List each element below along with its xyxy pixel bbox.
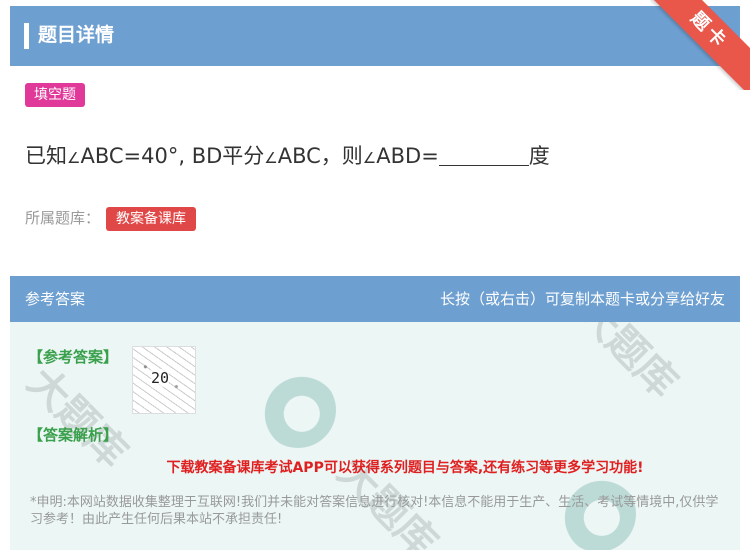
question-part: 度 [528, 144, 550, 168]
answer-header: 参考答案 长按（或右击）可复制本题卡或分享给好友 [10, 276, 740, 322]
card-ribbon: 题卡 [650, 0, 750, 90]
question-part: ABC=40°, BD平分 [80, 144, 265, 168]
analysis-label: 【答案解析】 [28, 426, 119, 444]
angle-symbol: ∠ [362, 149, 377, 167]
page-header: 题目详情 [10, 6, 740, 66]
angle-symbol: ∠ [264, 149, 278, 167]
header-accent-bar [24, 23, 29, 49]
angle-symbol: ∠ [67, 149, 81, 167]
question-part: 已知 [25, 144, 67, 168]
disclaimer-text: *申明:本网站数据收集整理于互联网!我们并未能对答案信息进行核对!本信息不能用于… [30, 495, 719, 527]
source-label: 所属题库： [25, 209, 101, 227]
watermark-logo-icon [260, 372, 336, 448]
share-hint[interactable]: 长按（或右击）可复制本题卡或分享给好友 [440, 288, 725, 310]
question-part: ABD= [376, 144, 439, 168]
answer-header-title: 参考答案 [25, 290, 86, 308]
answer-value: 20 [151, 369, 170, 387]
answer-blank [438, 143, 529, 166]
answer-label: 【参考答案】 [28, 348, 119, 366]
question-part: ABC，则 [277, 144, 363, 168]
question-text: 已知∠ABC=40°, BD平分∠ABC，则∠ABD= 度 [25, 140, 550, 174]
answer-panel: 大题库 大题库 大题库 参考答案 长按（或右击）可复制本题卡或分享给好友 【参考… [10, 276, 740, 550]
ribbon-label: 题卡 [650, 0, 750, 90]
answer-image: 20 [132, 346, 196, 414]
download-app-promo[interactable]: 下载教案备课库考试APP可以获得系列题目与答案,还有练习等更多学习功能! [10, 458, 740, 478]
question-type-badge: 填空题 [25, 83, 85, 107]
page-title: 题目详情 [38, 24, 115, 46]
source-bank-link[interactable]: 教案备课库 [106, 207, 196, 231]
